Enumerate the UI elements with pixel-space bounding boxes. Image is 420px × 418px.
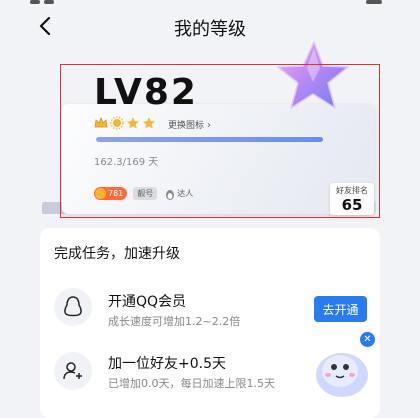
- battery-icon: [366, 0, 382, 4]
- task-subtitle: 成长速度可增加1.2~2.2倍: [108, 315, 241, 328]
- task-title: 加一位好友+0.5天: [108, 356, 226, 372]
- close-icon[interactable]: ✕: [360, 332, 375, 347]
- signal-icon: [30, 0, 40, 4]
- task-subtitle: 已增加0.0天，每日加速上限1.5天: [108, 377, 275, 390]
- signal-icon: [44, 0, 54, 4]
- nav-bar: 我的等级: [0, 6, 420, 46]
- highlight-frame: [60, 64, 380, 218]
- open-vip-button[interactable]: 去开通: [314, 296, 367, 322]
- page-title: 我的等级: [174, 19, 246, 40]
- tasks-heading: 完成任务，加速升级: [54, 246, 180, 262]
- add-friend-icon: [54, 352, 92, 390]
- penguin-icon: [54, 288, 92, 326]
- task-title: 开通QQ会员: [108, 294, 187, 310]
